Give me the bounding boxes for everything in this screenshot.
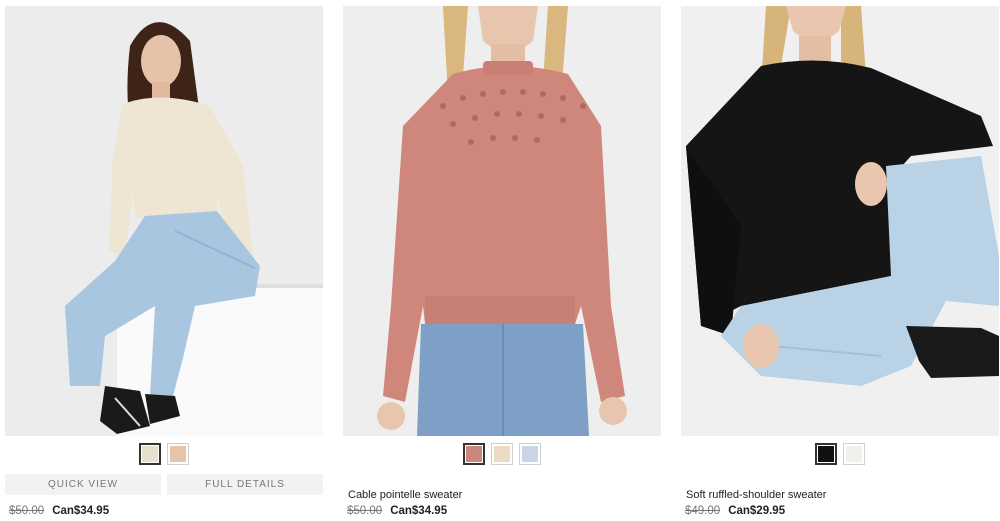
sale-price: Can$29.95 — [728, 505, 786, 517]
old-price: $50.00 — [347, 505, 383, 517]
old-price: $49.00 — [685, 505, 721, 517]
peach-swatch-icon — [170, 446, 186, 462]
price-row: $50.00 Can$34.95 — [347, 505, 447, 517]
color-swatches — [681, 443, 999, 467]
swatch-2[interactable] — [843, 443, 865, 465]
color-swatches — [343, 443, 661, 467]
swatch-1[interactable] — [139, 443, 161, 465]
model-beige-sweater-image — [5, 6, 323, 436]
quick-view-button[interactable]: QUICK VIEW — [5, 474, 161, 495]
product-actions: QUICK VIEW FULL DETAILS — [5, 474, 323, 495]
swatch-2[interactable] — [167, 443, 189, 465]
rose-swatch-icon — [466, 446, 482, 462]
swatch-2[interactable] — [491, 443, 513, 465]
price-row: $50.00 Can$34.95 — [9, 505, 109, 517]
product-card-3[interactable]: Soft ruffled-shoulder sweater $49.00 Can$… — [681, 6, 999, 521]
swatch-1[interactable] — [463, 443, 485, 465]
product-photo[interactable] — [5, 6, 323, 436]
product-photo[interactable] — [343, 6, 661, 436]
product-card-1[interactable]: QUICK VIEW FULL DETAILS $50.00 Can$34.95 — [5, 6, 323, 521]
sale-price: Can$34.95 — [390, 505, 448, 517]
product-name[interactable]: Soft ruffled-shoulder sweater — [686, 489, 826, 501]
price-row: $49.00 Can$29.95 — [685, 505, 785, 517]
swatch-1[interactable] — [815, 443, 837, 465]
product-name[interactable]: Cable pointelle sweater — [348, 489, 462, 501]
black-swatch-icon — [818, 446, 834, 462]
full-details-button[interactable]: FULL DETAILS — [167, 474, 323, 495]
beige-swatch-icon — [142, 446, 158, 462]
light-blue-swatch-icon — [522, 446, 538, 462]
swatch-3[interactable] — [519, 443, 541, 465]
product-photo[interactable] — [681, 6, 999, 436]
model-rose-sweater-image — [343, 6, 661, 436]
old-price: $50.00 — [9, 505, 45, 517]
product-card-2[interactable]: Cable pointelle sweater $50.00 Can$34.95 — [343, 6, 661, 521]
sale-price: Can$34.95 — [52, 505, 110, 517]
cream-swatch-icon — [494, 446, 510, 462]
ivory-swatch-icon — [846, 446, 862, 462]
model-black-sweater-image — [681, 6, 999, 436]
color-swatches — [5, 443, 323, 467]
